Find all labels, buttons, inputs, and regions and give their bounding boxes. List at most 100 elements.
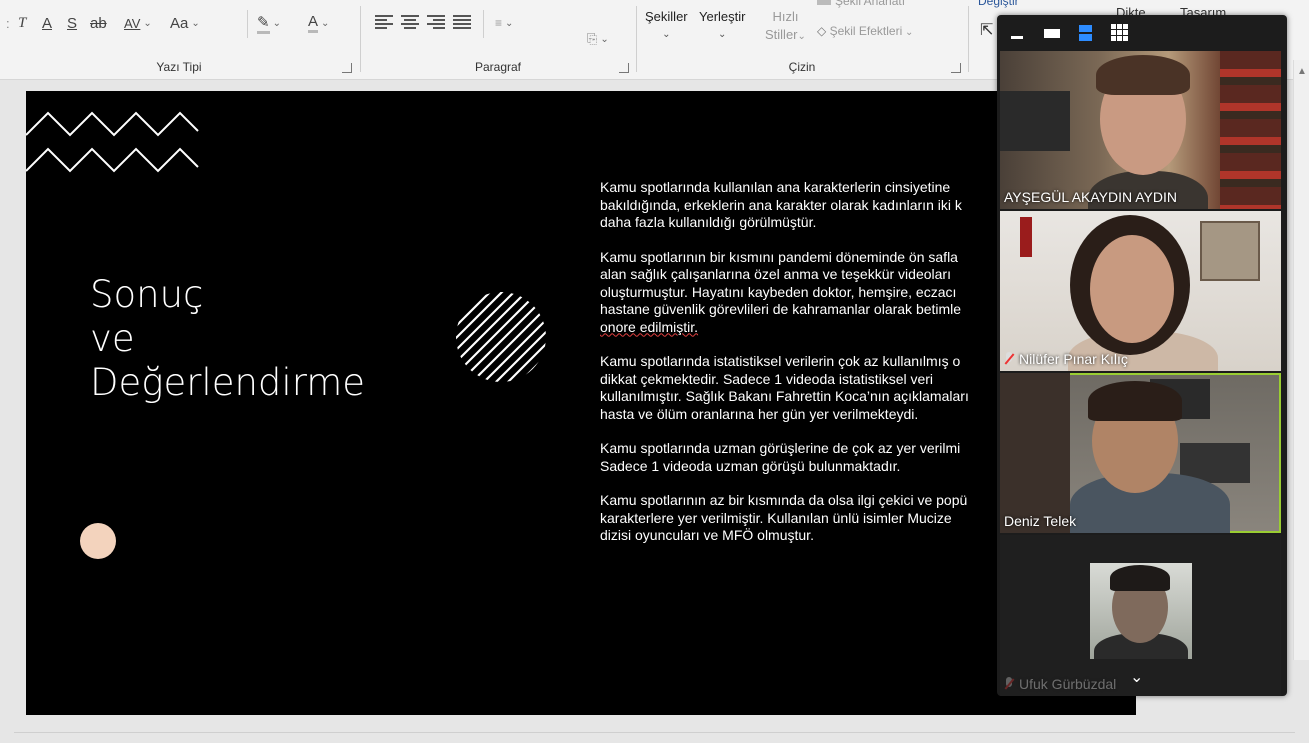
slide-body-text[interactable]: Kamu spotlarında kullanılan ana karakter… <box>600 179 1020 562</box>
name-text: AYŞEGÜL AKAYDIN AYDIN <box>1004 189 1177 205</box>
paragraph: Kamu spotlarının az bir kısmında da olsa… <box>600 492 1020 545</box>
text-line: oluşturmuştur. Hayatını kaybeden doktor,… <box>600 283 957 300</box>
name-text: Ufuk Gürbüzdal <box>1019 676 1117 692</box>
text-line: Kamu spotlarında uzman görüşlerine de ço… <box>600 440 961 456</box>
chevron-down-icon: ⌄ <box>718 29 727 40</box>
character-spacing-button[interactable]: AV ⌄ <box>124 12 152 34</box>
zoom-gallery-panel[interactable]: AYŞEGÜL AKAYDIN AYDIN Nilüfer Pınar Kılı… <box>997 15 1287 696</box>
effects-icon: ◇ <box>817 24 827 38</box>
zigzag-decoration <box>26 111 199 173</box>
overflow-icon: : <box>6 15 10 31</box>
wall-frame <box>1200 221 1260 281</box>
align-left-icon[interactable] <box>375 15 393 29</box>
highlighter-icon: ✎ <box>257 13 270 34</box>
underline-button[interactable]: A <box>42 12 52 34</box>
align-center-icon[interactable] <box>401 15 419 29</box>
outline-icon <box>817 0 831 5</box>
slide-title[interactable]: Sonuç ve Değerlendirme <box>90 273 365 405</box>
paragraph-group-label: Paragraf <box>474 60 522 74</box>
zoom-view-toolbar <box>997 15 1287 51</box>
highlight-color-button[interactable]: ✎ ⌄ <box>257 12 281 34</box>
chevron-down-icon: ⌄ <box>272 17 281 29</box>
status-divider <box>14 732 1295 733</box>
font-color-button[interactable]: A ⌄ <box>308 12 329 34</box>
text-line: dikkat çekmektedir. Sadece 1 videoda ist… <box>600 370 934 387</box>
paragraph-group: ≡ ⌄ ⎘ ⌄ Paragraf <box>361 0 635 78</box>
accent-dot <box>80 523 116 559</box>
title-line: ve <box>90 317 135 360</box>
chevron-down-icon: ⌄ <box>321 17 330 29</box>
thumbnail-view-icon[interactable] <box>1077 24 1095 42</box>
arrange-button[interactable]: Yerleştir ⌄ <box>699 8 745 44</box>
muted-mic-icon <box>1004 677 1014 691</box>
text-line: bakıldığında, erkeklerin ana karakter ol… <box>600 196 962 213</box>
text-line: karakterlere yer verilmiştir. Kullanılan… <box>600 509 952 526</box>
spacing-label: AV <box>124 15 141 31</box>
shape-outline-button[interactable]: Şekil Anahatı <box>817 0 905 10</box>
text-line: dizisi oyuncuları ve MFÖ olmuştur. <box>600 527 814 543</box>
change-button[interactable]: Değiştir <box>978 0 1019 10</box>
gallery-grid-icon[interactable] <box>1111 24 1129 42</box>
wall-ornament <box>1020 217 1032 257</box>
font-dialog-launcher[interactable] <box>342 63 352 73</box>
chevron-down-icon[interactable]: ⌄ <box>1130 667 1143 687</box>
justify-icon[interactable] <box>453 15 471 29</box>
drawing-group: Şekiller ⌄ Yerleştir ⌄ Hızlı Stiller ⌄ Şekil… <box>637 0 967 78</box>
paragraph: Kamu spotlarında uzman görüşlerine de ço… <box>600 440 1020 475</box>
video-tile-active-speaker[interactable]: Deniz Telek <box>1000 373 1281 533</box>
wall-art <box>1000 91 1070 151</box>
paragraph-dialog-launcher[interactable] <box>619 63 629 73</box>
font-group: : T A S ab AV ⌄ Aa ⌄ ✎ ⌄ A ⌄ Yazı Tipi <box>0 0 358 78</box>
paragraph: Kamu spotlarında istatistiksel verilerin… <box>600 353 1020 423</box>
chevron-down-icon: ⌄ <box>505 17 514 29</box>
italic-button[interactable]: T <box>18 12 26 34</box>
video-tile[interactable]: AYŞEGÜL AKAYDIN AYDIN <box>1000 51 1281 209</box>
chevron-down-icon: ⌄ <box>191 17 200 29</box>
shapes-button[interactable]: Şekiller ⌄ <box>645 8 688 44</box>
paragraph: Kamu spotlarında kullanılan ana karakter… <box>600 179 1020 232</box>
participant-name: AYŞEGÜL AKAYDIN AYDIN <box>1004 189 1177 205</box>
quick-styles-line2: Stiller <box>765 27 798 42</box>
minimize-icon[interactable] <box>1009 24 1027 42</box>
paragraph: Kamu spotlarının bir kısmını pandemi dön… <box>600 249 1020 337</box>
text-line: Kamu spotlarının bir kısmını pandemi dön… <box>600 248 958 265</box>
align-right-icon[interactable] <box>427 15 445 29</box>
quick-styles-line1: Hızlı <box>772 9 799 24</box>
participant-name: Deniz Telek <box>1004 513 1076 529</box>
shadow-button[interactable]: S <box>67 12 77 34</box>
text-line: daha fazla kullanıldığı görülmüştür. <box>600 214 817 230</box>
chevron-down-icon: ⌄ <box>600 33 609 45</box>
case-label: Aa <box>170 14 189 32</box>
video-tile[interactable]: Nilüfer Pınar Kılıç <box>1000 211 1281 371</box>
wall-panel <box>1000 373 1070 533</box>
drawing-dialog-launcher[interactable] <box>951 63 961 73</box>
participant-video <box>1090 563 1192 659</box>
change-label: Değiştir <box>978 0 1019 8</box>
arrange-label: Yerleştir <box>699 9 746 24</box>
speaker-strip-icon[interactable] <box>1043 24 1061 42</box>
shape-outline-label: Şekil Anahatı <box>835 0 906 8</box>
text-line: hasta ve ölüm oranlarına her gün yer ver… <box>600 405 919 422</box>
vertical-scrollbar[interactable]: ▲ <box>1293 60 1309 660</box>
strikethrough-button[interactable]: ab <box>90 12 107 34</box>
quick-styles-button[interactable]: Hızlı Stiller⌄ <box>765 8 806 46</box>
chevron-up-icon[interactable]: ▲ <box>1297 66 1307 77</box>
text-line: hastane güvenlik görevlileri de kahraman… <box>600 301 962 317</box>
text-line: Sadece 1 videoda uzman görüşü bulunmakta… <box>600 457 901 474</box>
participant-name: Ufuk Gürbüzdal <box>1004 676 1116 692</box>
text-direction-button[interactable]: ⎘ ⌄ <box>587 28 609 50</box>
participant-name: Nilüfer Pınar Kılıç <box>1004 351 1128 367</box>
select-cursor-icon[interactable]: ⇱ <box>980 22 993 40</box>
name-text: Nilüfer Pınar Kılıç <box>1019 351 1128 367</box>
powerpoint-window: : T A S ab AV ⌄ Aa ⌄ ✎ ⌄ A ⌄ Yazı Tipi ≡ ⌄ ⎘ ⌄… <box>0 0 1309 743</box>
slide[interactable]: Sonuç ve Değerlendirme Kamu spotlarında … <box>26 91 1136 715</box>
text-line: Kamu spotlarında kullanılan ana karakter… <box>600 179 951 195</box>
columns-button[interactable]: ≡ ⌄ <box>495 12 513 34</box>
change-case-button[interactable]: Aa ⌄ <box>170 12 200 34</box>
shape-effects-label: Şekil Efektleri <box>829 24 903 38</box>
text-line: Kamu spotlarında istatistiksel verilerin… <box>600 353 961 369</box>
muted-mic-icon <box>1004 352 1014 366</box>
text-line: kullanılmıştır. Sağlık Bakanı Fahrettin … <box>600 388 969 404</box>
text-line: Kamu spotlarının az bir kısmında da olsa… <box>600 492 968 508</box>
shape-effects-button[interactable]: ◇ Şekil Efektleri ⌄ <box>817 22 913 42</box>
